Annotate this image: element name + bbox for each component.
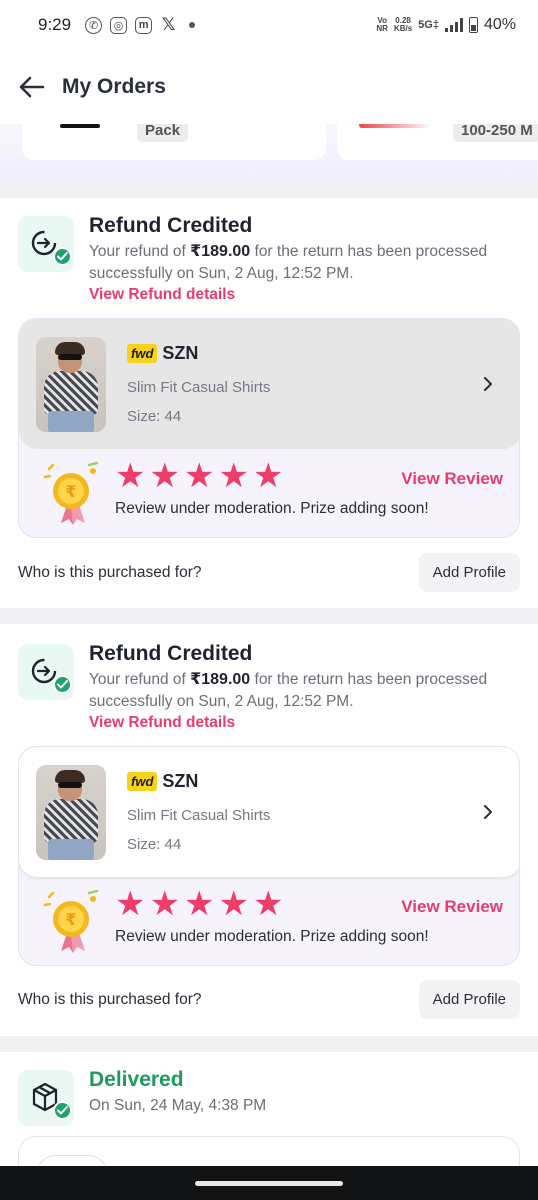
package-icon	[18, 1070, 74, 1126]
star-icon: ★	[252, 457, 284, 495]
check-icon	[53, 675, 72, 694]
battery-level: 40%	[483, 16, 516, 33]
purchase-for-row: Who is this purchased for? Add Profile	[18, 980, 520, 1019]
product-image	[36, 336, 106, 432]
home-gesture-handle[interactable]	[195, 1180, 343, 1186]
battery-icon	[468, 17, 478, 33]
review-status-text: Review under moderation. Prize adding so…	[115, 928, 429, 945]
reward-medal-icon: ₹	[43, 889, 99, 953]
back-arrow-icon[interactable]	[18, 73, 46, 101]
star-icon: ★	[183, 885, 215, 923]
brand-name: SZN	[162, 343, 199, 363]
review-section: ₹ ★ ★ ★ ★ ★ Review under moderation. Pri…	[19, 449, 519, 537]
view-refund-details-link[interactable]: View Refund details	[89, 714, 509, 732]
app-header: My Orders	[0, 50, 538, 124]
previous-product-card-2[interactable]: 100-250 M	[337, 124, 538, 160]
order-card: Refund Credited Your refund of ₹189.00 f…	[0, 624, 538, 1036]
refund-icon	[18, 216, 74, 272]
section-divider	[0, 182, 538, 198]
review-section: ₹ ★ ★ ★ ★ ★ Review under moderation. Pri…	[19, 877, 519, 965]
brand-logo: fwd	[127, 344, 158, 363]
product-row[interactable]: fwd SZN Slim Fit Casual Shirts Size: 44	[19, 319, 519, 449]
status-bar: 9:29 ✆ ◎ m 𝕏 Vo NR 0.28 KB/s 5G‡ 40%	[0, 0, 538, 50]
whatsapp-icon: ✆	[85, 16, 103, 34]
notification-dot-icon	[189, 22, 196, 28]
purchase-for-question: Who is this purchased for?	[18, 990, 202, 1008]
order-card: Refund Credited Your refund of ₹189.00 f…	[0, 198, 538, 608]
section-divider	[0, 1036, 538, 1052]
svg-text:₹: ₹	[65, 910, 76, 929]
instagram-icon: ◎	[110, 16, 128, 34]
add-profile-button[interactable]: Add Profile	[418, 980, 520, 1019]
product-row[interactable]: fwd SZN Slim Fit Casual Shirts Size: 44	[19, 747, 519, 877]
product-image-fragment	[60, 124, 100, 128]
star-icon: ★	[149, 885, 180, 923]
order-status: Refund Credited Your refund of ₹189.00 f…	[18, 214, 509, 304]
x-icon: 𝕏	[161, 15, 176, 34]
product-card: fwd SZN Slim Fit Casual Shirts Size: 44 …	[18, 318, 520, 538]
refund-icon	[18, 644, 74, 700]
check-icon	[53, 1101, 72, 1120]
view-review-link[interactable]: View Review	[401, 469, 503, 489]
product-image	[36, 764, 106, 860]
network-speed: 0.28 KB/s	[393, 16, 413, 33]
star-icon: ★	[183, 457, 215, 495]
rating-stars: ★ ★ ★ ★ ★	[115, 459, 283, 493]
svg-text:₹: ₹	[65, 482, 76, 501]
star-icon: ★	[252, 885, 284, 923]
status-title: Refund Credited	[89, 642, 253, 665]
chevron-right-icon[interactable]	[481, 805, 495, 819]
pack-tag: Pack	[137, 124, 189, 142]
star-icon: ★	[115, 885, 146, 923]
refund-description: Your refund of ₹189.00 for the return ha…	[89, 243, 488, 282]
check-icon	[53, 247, 72, 266]
rating-stars: ★ ★ ★ ★ ★	[115, 887, 283, 921]
previous-order-strip: Pack 100-250 M	[0, 124, 538, 182]
volte-indicator: Vo NR	[376, 16, 388, 33]
purchase-for-question: Who is this purchased for?	[18, 563, 202, 581]
delivery-date: On Sun, 24 May, 4:38 PM	[89, 1097, 267, 1114]
product-image-fragment-2	[359, 124, 429, 128]
view-refund-details-link[interactable]: View Refund details	[89, 286, 509, 304]
brand-logo: fwd	[127, 772, 158, 791]
refund-description: Your refund of ₹189.00 for the return ha…	[89, 671, 488, 710]
page-title: My Orders	[62, 75, 166, 98]
purchase-for-row: Who is this purchased for? Add Profile	[18, 553, 520, 592]
reward-medal-icon: ₹	[43, 461, 99, 525]
network-type: 5G‡	[418, 19, 439, 31]
product-size: Size: 44	[127, 836, 182, 853]
m-icon: m	[135, 16, 153, 34]
star-icon: ★	[149, 457, 180, 495]
product-card: fwd SZN Slim Fit Casual Shirts Size: 44 …	[18, 746, 520, 966]
brand-name: SZN	[162, 771, 199, 791]
system-nav-bar	[0, 1166, 538, 1200]
size-tag: 100-250 M	[453, 124, 538, 142]
product-size: Size: 44	[127, 408, 182, 425]
signal-icon	[444, 18, 463, 32]
add-profile-button[interactable]: Add Profile	[418, 553, 520, 592]
star-icon: ★	[218, 885, 249, 923]
previous-product-card[interactable]: Pack	[22, 124, 326, 160]
order-status: Refund Credited Your refund of ₹189.00 f…	[18, 642, 509, 732]
status-title: Delivered	[89, 1068, 184, 1091]
star-icon: ★	[218, 457, 249, 495]
order-status: Delivered On Sun, 24 May, 4:38 PM	[18, 1068, 509, 1126]
clock: 9:29	[38, 15, 72, 34]
product-name: Slim Fit Casual Shirts	[127, 379, 271, 396]
review-status-text: Review under moderation. Prize adding so…	[115, 500, 429, 517]
chevron-right-icon[interactable]	[481, 377, 495, 391]
view-review-link[interactable]: View Review	[401, 897, 503, 917]
star-icon: ★	[115, 457, 146, 495]
status-title: Refund Credited	[89, 214, 253, 237]
section-divider	[0, 608, 538, 624]
product-name: Slim Fit Casual Shirts	[127, 807, 271, 824]
